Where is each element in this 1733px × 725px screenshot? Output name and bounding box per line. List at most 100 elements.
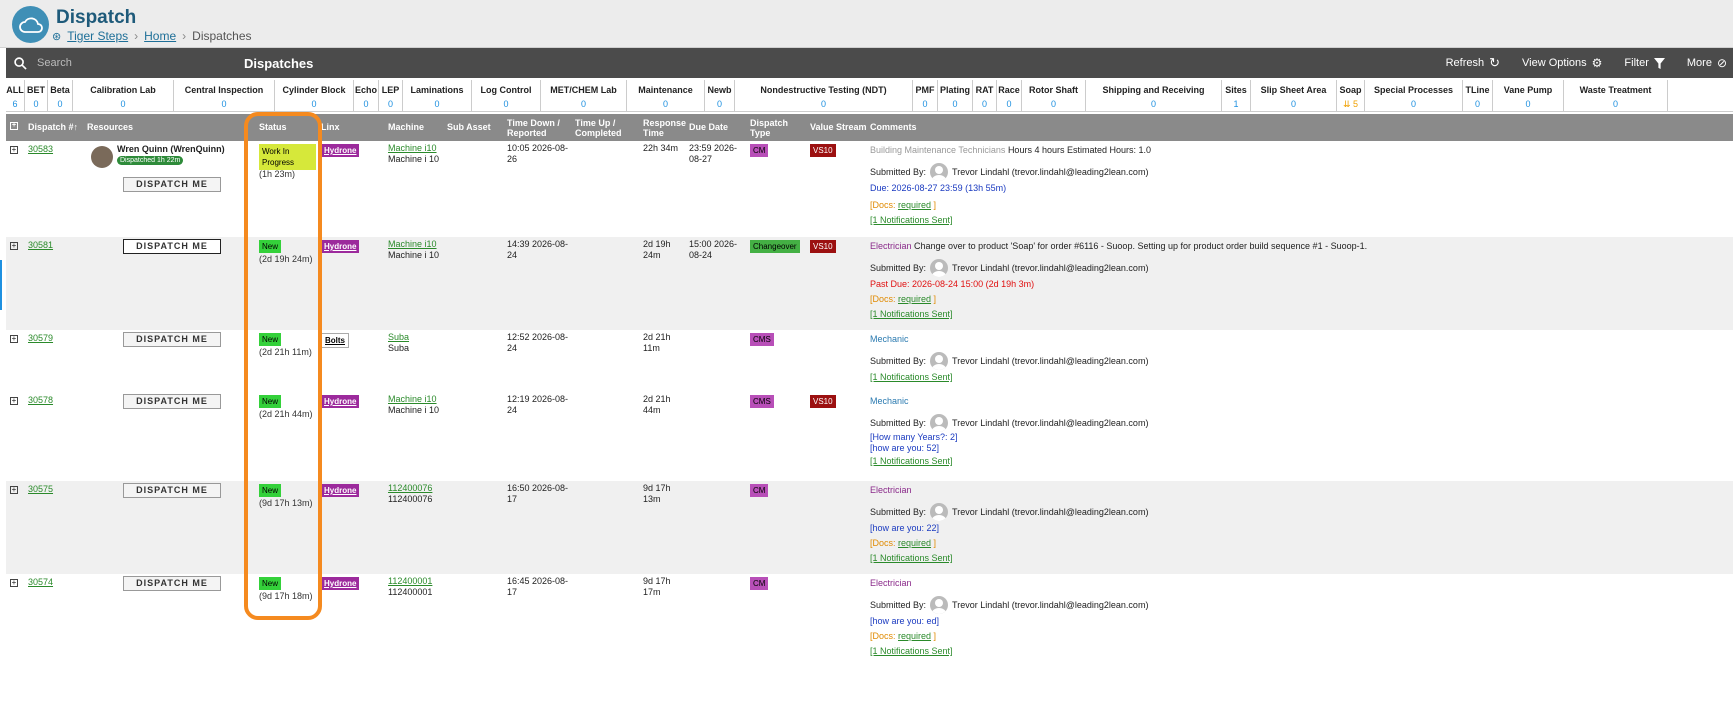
- col-comments[interactable]: Comments: [870, 122, 917, 132]
- col-subasset[interactable]: Sub Asset: [447, 122, 491, 132]
- dispatch-number-link[interactable]: 30575: [28, 484, 53, 494]
- filter-tab[interactable]: Maintenance 0: [627, 80, 705, 111]
- notifications-link[interactable]: [1 Notifications Sent]: [870, 644, 1730, 659]
- view-options-button[interactable]: View Options ⚙: [1522, 56, 1602, 70]
- notifications-link[interactable]: [1 Notifications Sent]: [870, 370, 1730, 385]
- filter-tab[interactable]: Race 0: [997, 80, 1022, 111]
- machine-link[interactable]: Machine i10: [388, 239, 439, 250]
- breadcrumb-site[interactable]: Tiger Steps: [67, 29, 128, 43]
- filter-tab[interactable]: Log Control 0: [472, 80, 541, 111]
- due-date: 15:00 2026-08-24: [689, 239, 738, 260]
- response-time: 2d 21h 11m: [643, 332, 671, 353]
- col-linx[interactable]: Linx: [321, 122, 340, 132]
- filter-tab[interactable]: Beta 0: [48, 80, 73, 111]
- col-dtype[interactable]: Dispatch Type: [750, 118, 798, 138]
- expand-icon[interactable]: +: [10, 397, 18, 405]
- dispatch-me-button[interactable]: DISPATCH ME: [123, 576, 221, 591]
- expand-icon[interactable]: +: [10, 579, 18, 587]
- dispatch-me-button[interactable]: DISPATCH ME: [123, 332, 221, 347]
- expand-all-icon[interactable]: +: [10, 122, 18, 130]
- refresh-icon: ↻: [1489, 55, 1501, 70]
- linx-link[interactable]: Bolts: [321, 333, 349, 348]
- linx-link[interactable]: Hydrone: [321, 395, 360, 408]
- dispatch-me-button[interactable]: DISPATCH ME: [123, 239, 221, 254]
- docs-required-link[interactable]: required: [898, 200, 931, 210]
- role-label: Electrician: [870, 485, 912, 495]
- more-button[interactable]: More ⊘: [1687, 56, 1727, 70]
- docs-required-link[interactable]: required: [898, 631, 931, 641]
- filter-tab[interactable]: Calibration Lab 0: [73, 80, 174, 111]
- dispatch-number-link[interactable]: 30583: [28, 144, 53, 154]
- comments-cell: Mechanic Submitted By: Trevor Lindahl (tr…: [870, 332, 1730, 385]
- machine-link[interactable]: 112400076: [388, 483, 432, 494]
- filter-tab[interactable]: Waste Treatment 0: [1564, 80, 1668, 111]
- col-resources[interactable]: Resources: [87, 122, 133, 132]
- filter-tab[interactable]: Soap ⇊ 5: [1337, 80, 1365, 111]
- expand-icon[interactable]: +: [10, 146, 18, 154]
- refresh-button[interactable]: Refresh ↻: [1446, 55, 1500, 71]
- time-down: 14:39 2026-08-24: [507, 239, 569, 260]
- filter-tab[interactable]: Laminations 0: [403, 80, 472, 111]
- notifications-link[interactable]: [1 Notifications Sent]: [870, 213, 1730, 228]
- status-duration: (2d 19h 24m): [259, 254, 313, 264]
- filter-tab[interactable]: Plating 0: [938, 80, 973, 111]
- filter-tab[interactable]: Central Inspection 0: [174, 80, 275, 111]
- machine-link[interactable]: Suba: [388, 332, 409, 343]
- filter-tab[interactable]: Vane Pump 0: [1493, 80, 1564, 111]
- expand-icon[interactable]: +: [10, 242, 18, 250]
- col-status[interactable]: Status: [259, 122, 287, 132]
- filter-tab[interactable]: Rotor Shaft 0: [1022, 80, 1086, 111]
- col-dispatch[interactable]: Dispatch #↑: [28, 122, 78, 132]
- docs-required-link[interactable]: required: [898, 538, 931, 548]
- filter-tab[interactable]: RAT 0: [973, 80, 997, 111]
- machine-cell: Machine i10 Machine i 10: [388, 239, 439, 261]
- dispatch-me-button[interactable]: DISPATCH ME: [123, 177, 221, 192]
- col-machine[interactable]: Machine: [388, 122, 424, 132]
- notifications-link[interactable]: [1 Notifications Sent]: [870, 454, 1730, 469]
- filter-tab[interactable]: Newb 0: [705, 80, 735, 111]
- dispatch-number-link[interactable]: 30581: [28, 240, 53, 250]
- machine-link[interactable]: Machine i10: [388, 143, 439, 154]
- linx-link[interactable]: Hydrone: [321, 484, 360, 497]
- cloud-logo-icon[interactable]: [12, 6, 49, 43]
- col-timeup[interactable]: Time Up / Completed: [575, 118, 637, 138]
- search-input[interactable]: [37, 57, 217, 69]
- dispatch-number-link[interactable]: 30574: [28, 577, 53, 587]
- filter-tab[interactable]: BET 0: [25, 80, 48, 111]
- col-response[interactable]: Response Time: [643, 118, 686, 138]
- expand-icon[interactable]: +: [10, 335, 18, 343]
- filter-tab[interactable]: ALL 6: [6, 80, 25, 111]
- filter-tab[interactable]: MET/CHEM Lab 0: [541, 80, 627, 111]
- col-timedown[interactable]: Time Down / Reported: [507, 118, 569, 138]
- dispatch-me-button[interactable]: DISPATCH ME: [123, 394, 221, 409]
- col-vstream[interactable]: Value Stream: [810, 122, 867, 132]
- notifications-link[interactable]: [1 Notifications Sent]: [870, 307, 1730, 322]
- filter-tab[interactable]: Echo 0: [354, 80, 379, 111]
- table-row: + 30575 DISPATCH ME New (9d 17h 13m) Hyd…: [6, 481, 1733, 574]
- expand-icon[interactable]: +: [10, 486, 18, 494]
- filter-tab[interactable]: Nondestructive Testing (NDT) 0: [735, 80, 913, 111]
- filter-tab[interactable]: Cylinder Block 0: [275, 80, 354, 111]
- filter-tab[interactable]: Sites 1: [1222, 80, 1251, 111]
- linx-link[interactable]: Hydrone: [321, 577, 360, 590]
- machine-link[interactable]: 112400001: [388, 576, 432, 587]
- filter-tab[interactable]: PMF 0: [913, 80, 938, 111]
- linx-link[interactable]: Hydrone: [321, 144, 360, 157]
- breadcrumb-home[interactable]: Home: [144, 29, 176, 43]
- linx-link[interactable]: Hydrone: [321, 240, 360, 253]
- col-duedate[interactable]: Due Date: [689, 122, 728, 132]
- filter-tab[interactable]: Special Processes 0: [1365, 80, 1463, 111]
- filter-tab[interactable]: Shipping and Receiving 0: [1086, 80, 1222, 111]
- filter-button[interactable]: Filter: [1624, 57, 1665, 69]
- filter-tab[interactable]: TLine 0: [1463, 80, 1493, 111]
- dispatch-number-link[interactable]: 30579: [28, 333, 53, 343]
- dispatch-number-link[interactable]: 30578: [28, 395, 53, 405]
- machine-link[interactable]: Machine i10: [388, 394, 439, 405]
- role-label: Electrician: [870, 578, 912, 588]
- notifications-link[interactable]: [1 Notifications Sent]: [870, 551, 1730, 566]
- dispatch-me-button[interactable]: DISPATCH ME: [123, 483, 221, 498]
- comment-text: Change over to product 'Soap' for order …: [914, 241, 1368, 251]
- docs-required-link[interactable]: required: [898, 294, 931, 304]
- filter-tab[interactable]: LEP 0: [379, 80, 403, 111]
- filter-tab[interactable]: Slip Sheet Area 0: [1251, 80, 1337, 111]
